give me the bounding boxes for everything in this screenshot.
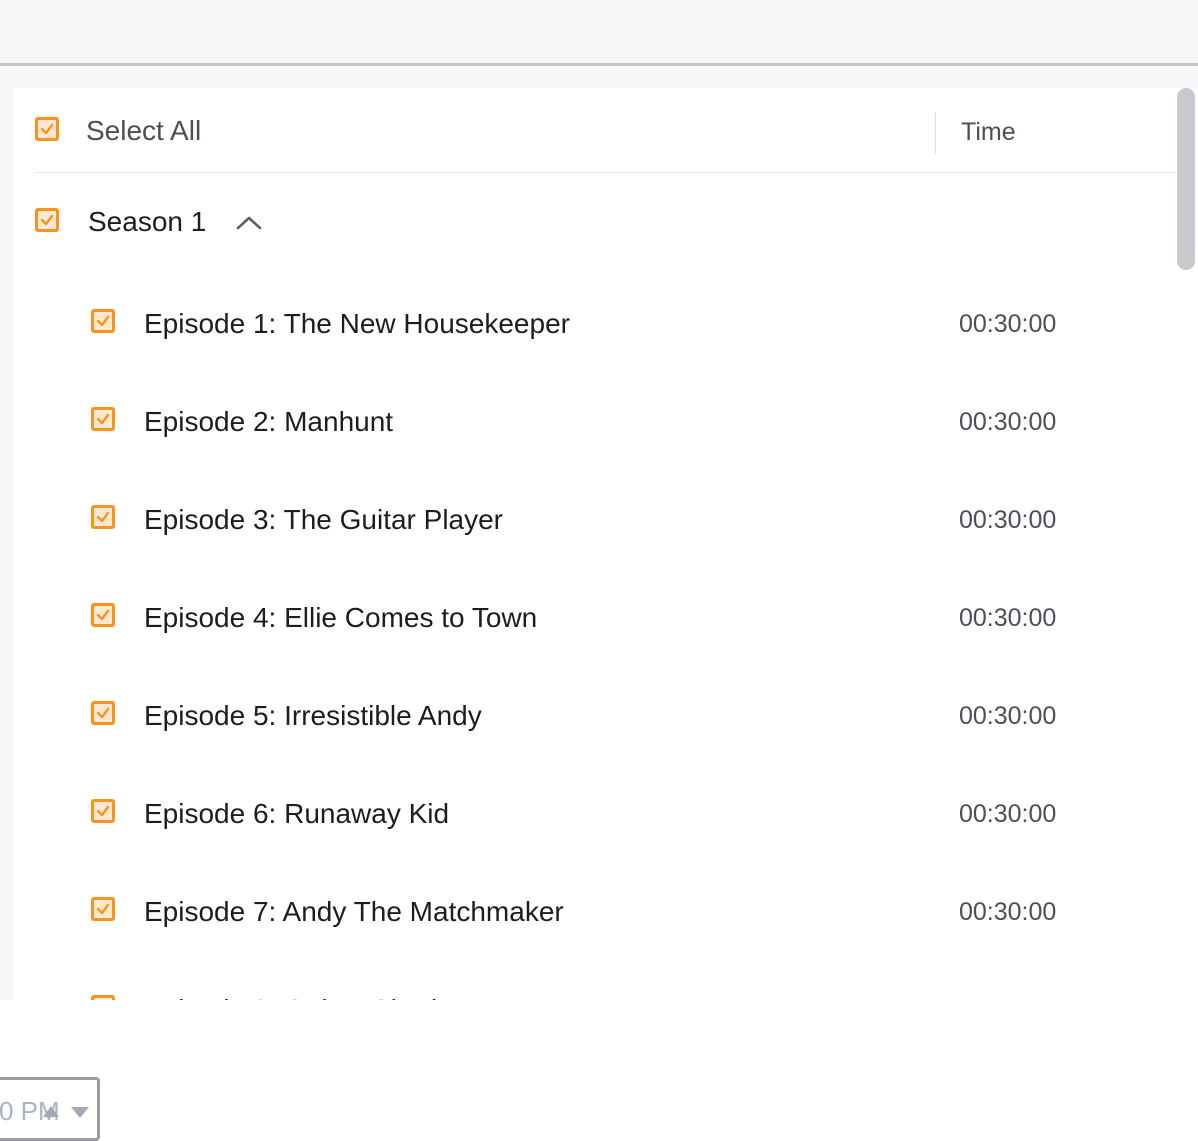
- checkmark-icon: [96, 805, 110, 817]
- episode-checkbox[interactable]: [91, 701, 115, 725]
- episode-row[interactable]: Episode 6: Runaway Kid 00:30:00: [13, 783, 1176, 881]
- time-column-header: Time: [961, 118, 1016, 146]
- episode-row[interactable]: Episode 8: Opie's Charity 00:30:00: [13, 979, 1176, 1000]
- episode-list-panel: Select All Time Season 1 Episode 1: The …: [13, 88, 1198, 1000]
- column-divider: [935, 112, 936, 154]
- episode-time: 00:30:00: [959, 506, 1057, 534]
- checkmark-icon: [40, 123, 54, 135]
- episode-time: 00:30:00: [959, 994, 1056, 1000]
- scrollbar-thumb[interactable]: [1177, 88, 1195, 270]
- episode-title[interactable]: Episode 5: Irresistible Andy: [144, 698, 482, 734]
- select-all-checkbox[interactable]: [35, 117, 59, 141]
- episode-title[interactable]: Episode 3: The Guitar Player: [144, 502, 503, 538]
- episode-title[interactable]: Episode 8: Opie's Charity: [144, 992, 459, 1000]
- episode-checkbox[interactable]: [91, 603, 115, 627]
- top-toolbar: [0, 0, 1198, 66]
- episode-time: 00:30:00: [959, 702, 1057, 730]
- episode-row[interactable]: Episode 7: Andy The Matchmaker 00:30:00: [13, 881, 1176, 979]
- episode-checkbox[interactable]: [91, 309, 115, 333]
- checkmark-icon: [96, 315, 110, 327]
- header-divider: [35, 172, 1176, 173]
- episode-title[interactable]: Episode 7: Andy The Matchmaker: [144, 894, 564, 930]
- episode-checkbox[interactable]: [91, 407, 115, 431]
- checkmark-icon: [40, 214, 54, 226]
- episode-title[interactable]: Episode 4: Ellie Comes to Town: [144, 600, 537, 636]
- episode-checkbox[interactable]: [91, 799, 115, 823]
- caret-up-icon[interactable]: [43, 1106, 59, 1117]
- select-all-label[interactable]: Select All: [86, 113, 201, 149]
- time-picker[interactable]: 0 PM: [0, 1077, 100, 1141]
- episode-title[interactable]: Episode 2: Manhunt: [144, 404, 393, 440]
- episode-time: 00:30:00: [959, 310, 1057, 338]
- checkmark-icon: [96, 511, 110, 523]
- episode-time: 00:30:00: [959, 604, 1057, 632]
- episode-checkbox[interactable]: [91, 995, 115, 1000]
- season-checkbox[interactable]: [35, 208, 59, 232]
- episode-time: 00:30:00: [959, 408, 1057, 436]
- episode-checkbox[interactable]: [91, 897, 115, 921]
- episode-title[interactable]: Episode 1: The New Housekeeper: [144, 306, 570, 342]
- checkmark-icon: [96, 413, 110, 425]
- episode-time: 00:30:00: [959, 800, 1057, 828]
- season-label[interactable]: Season 1: [88, 204, 206, 240]
- episode-row[interactable]: Episode 2: Manhunt 00:30:00: [13, 391, 1176, 489]
- episode-checkbox[interactable]: [91, 505, 115, 529]
- episode-row[interactable]: Episode 3: The Guitar Player 00:30:00: [13, 489, 1176, 587]
- checkmark-icon: [96, 903, 110, 915]
- episode-row[interactable]: Episode 1: The New Housekeeper 00:30:00: [13, 293, 1176, 391]
- episode-time: 00:30:00: [959, 898, 1057, 926]
- episode-title[interactable]: Episode 6: Runaway Kid: [144, 796, 449, 832]
- chevron-up-icon[interactable]: [235, 213, 263, 231]
- caret-down-icon[interactable]: [71, 1107, 89, 1118]
- episode-row[interactable]: Episode 4: Ellie Comes to Town 00:30:00: [13, 587, 1176, 685]
- episode-row[interactable]: Episode 5: Irresistible Andy 00:30:00: [13, 685, 1176, 783]
- checkmark-icon: [96, 609, 110, 621]
- checkmark-icon: [96, 707, 110, 719]
- list-header: Select All Time: [13, 88, 1176, 173]
